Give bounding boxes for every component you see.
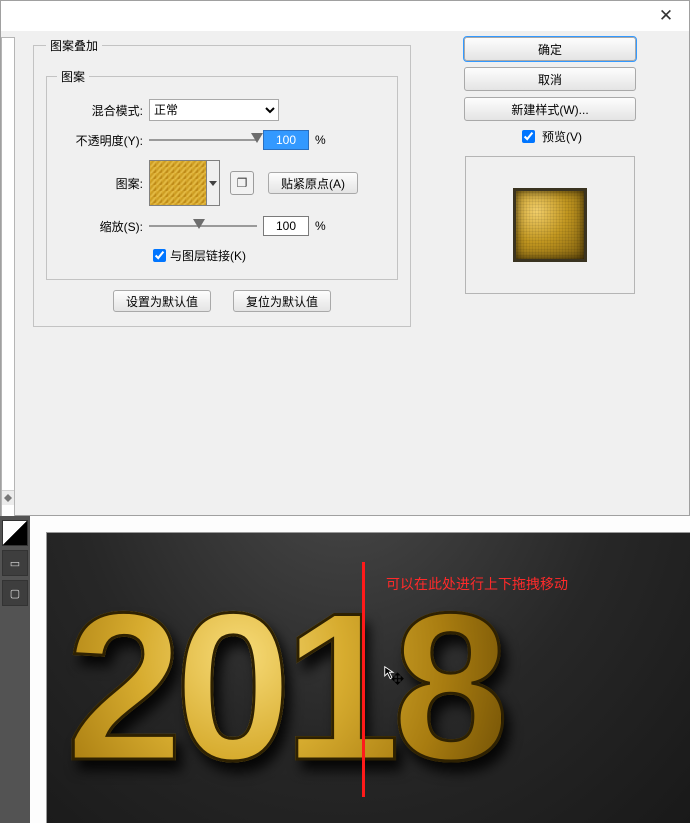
make-default-button[interactable]: 设置为默认值: [113, 290, 211, 312]
scale-label: 缩放(S):: [57, 218, 149, 235]
dialog-body: 图案叠加 图案 混合模式: 正常 不透明度(Y):: [1, 31, 689, 515]
annotation-text: 可以在此处进行上下拖拽移动: [386, 574, 568, 594]
styles-list-scrollbar[interactable]: [2, 490, 14, 505]
snap-to-origin-button[interactable]: 贴紧原点(A): [268, 172, 358, 194]
scale-row: 缩放(S): %: [57, 213, 387, 239]
ruler-horizontal[interactable]: [30, 516, 690, 533]
close-button[interactable]: ✕: [643, 1, 689, 31]
artwork[interactable]: 2018 可以在此处进行上下拖拽移动: [46, 532, 690, 823]
opacity-row: 不透明度(Y): %: [57, 127, 387, 153]
new-pattern-icon: ❐: [237, 176, 248, 190]
tool-icon-2[interactable]: ▢: [2, 580, 28, 606]
pattern-label: 图案:: [57, 175, 149, 192]
opacity-input[interactable]: [263, 130, 309, 150]
titlebar: ✕: [1, 1, 689, 31]
ok-button[interactable]: 确定: [464, 37, 636, 61]
ruler-vertical[interactable]: [30, 532, 47, 823]
link-with-layer-label: 与图层链接(K): [170, 247, 246, 264]
opacity-suffix: %: [315, 133, 326, 147]
opacity-slider-thumb[interactable]: [251, 133, 263, 143]
scale-suffix: %: [315, 219, 326, 233]
pattern-swatch[interactable]: [149, 160, 207, 206]
preview-checkbox[interactable]: [522, 130, 535, 143]
reset-default-button[interactable]: 复位为默认值: [233, 290, 331, 312]
gold-2018-text: 2018: [66, 582, 501, 792]
preview-box: [465, 156, 635, 294]
tool-palette: ▭ ▢: [0, 516, 31, 823]
opacity-slider[interactable]: [149, 131, 257, 149]
right-column: 确定 取消 新建样式(W)... 预览(V): [423, 37, 677, 294]
canvas-area: ▭ ▢ 2018 可以在此处进行上下拖拽移动: [0, 516, 690, 823]
close-icon: ✕: [659, 6, 673, 26]
preview-label: 预览(V): [542, 128, 582, 145]
link-with-layer-row: 与图层链接(K): [149, 243, 387, 267]
tool-icon-1[interactable]: ▭: [2, 550, 28, 576]
pattern-overlay-group: 图案叠加 图案 混合模式: 正常 不透明度(Y):: [33, 37, 411, 327]
scale-slider-thumb[interactable]: [193, 219, 205, 229]
preview-row: 预览(V): [423, 127, 677, 146]
defaults-row: 设置为默认值 复位为默认值: [46, 290, 398, 312]
scale-input[interactable]: [263, 216, 309, 236]
blend-mode-select[interactable]: 正常: [149, 99, 279, 121]
pattern-group: 图案 混合模式: 正常 不透明度(Y):: [46, 68, 398, 280]
layer-style-dialog: ✕ 图案叠加 图案 混合模式: 正常: [0, 0, 690, 516]
link-with-layer-checkbox[interactable]: [153, 249, 166, 262]
annotation-line: [362, 562, 365, 797]
new-style-button[interactable]: 新建样式(W)...: [464, 97, 636, 121]
pattern-group-title: 图案: [57, 68, 89, 85]
blend-mode-row: 混合模式: 正常: [57, 97, 387, 123]
chevron-down-icon: [209, 181, 217, 186]
opacity-label: 不透明度(Y):: [57, 132, 149, 149]
pattern-dropdown[interactable]: [207, 160, 220, 206]
create-pattern-icon-button[interactable]: ❐: [230, 171, 254, 195]
pattern-overlay-title: 图案叠加: [46, 37, 102, 54]
blend-mode-label: 混合模式:: [57, 102, 149, 119]
scale-slider[interactable]: [149, 217, 257, 235]
cancel-button[interactable]: 取消: [464, 67, 636, 91]
styles-list-strip[interactable]: [1, 37, 15, 527]
settings-panel: 图案叠加 图案 混合模式: 正常 不透明度(Y):: [33, 37, 411, 527]
swatch-icon[interactable]: [2, 520, 28, 546]
pattern-row: 图案: ❐ 贴紧原点(A): [57, 157, 387, 209]
preview-thumbnail: [513, 188, 587, 262]
